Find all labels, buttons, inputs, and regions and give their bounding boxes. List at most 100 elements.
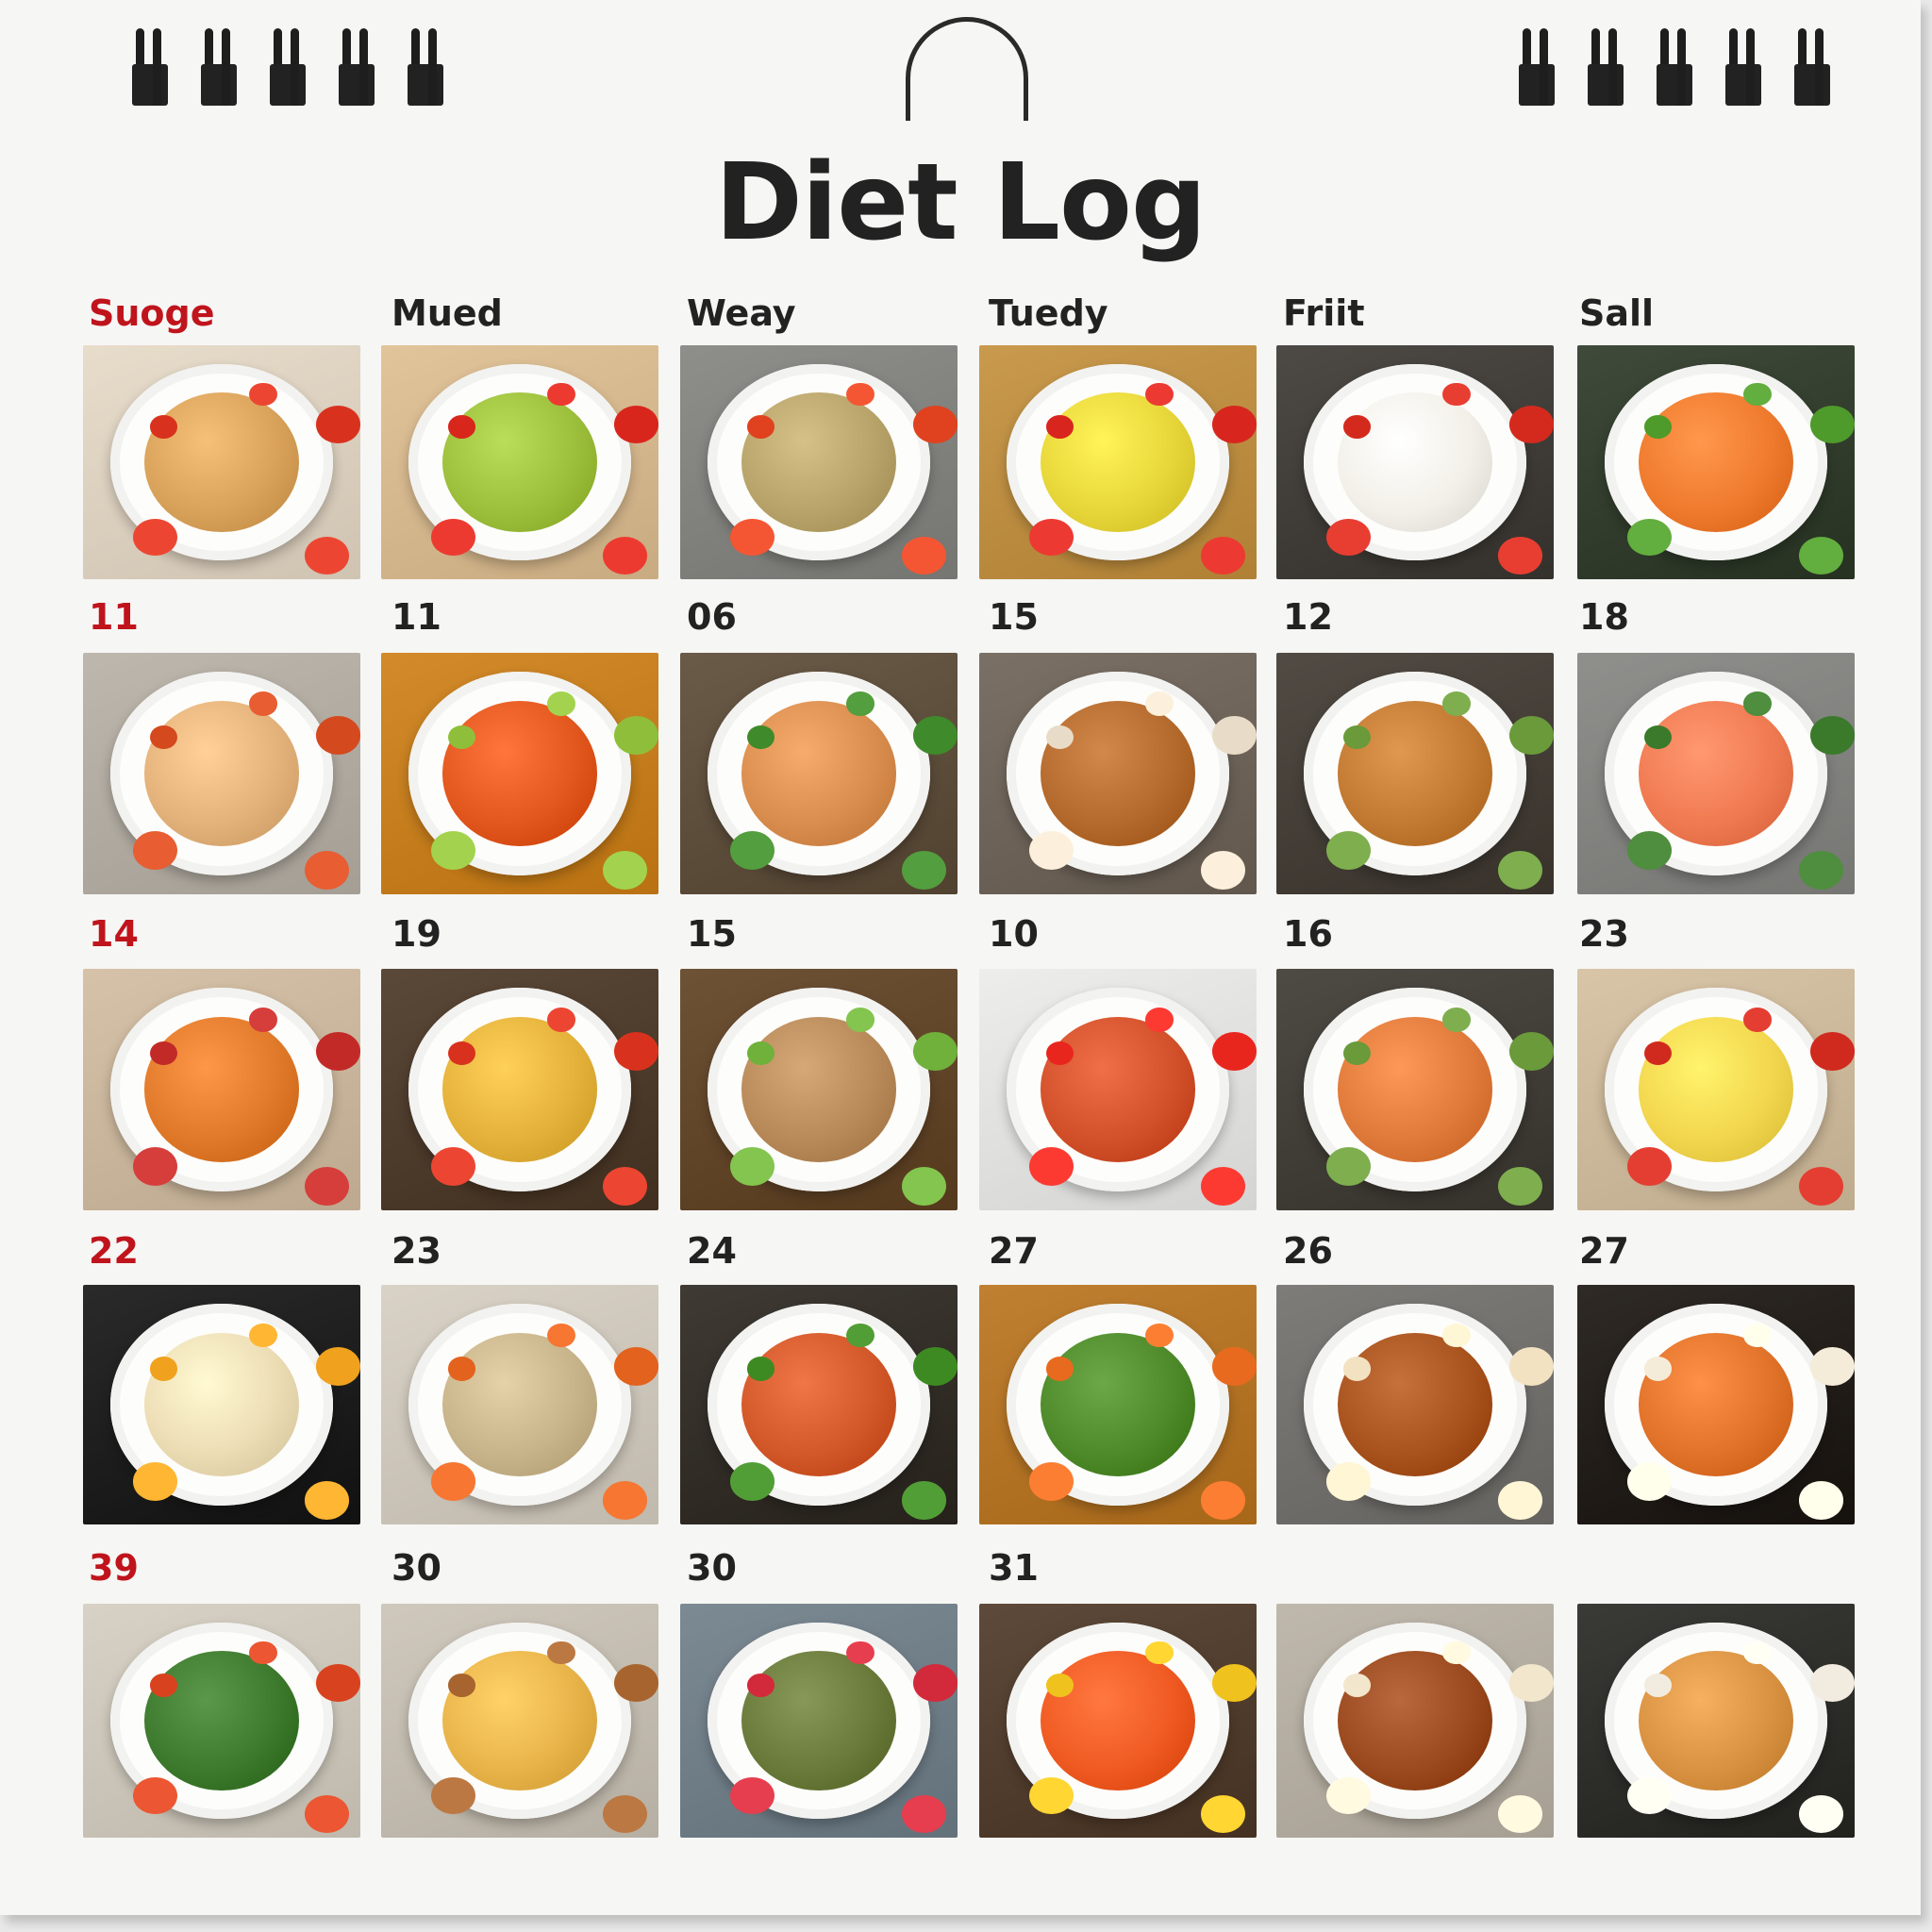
binding-ring-icon [1725, 28, 1761, 106]
garnish [1508, 1347, 1554, 1386]
garnish [1626, 1461, 1672, 1501]
garnish [1028, 1776, 1074, 1815]
shrimp-stirfry-photo[interactable] [979, 969, 1257, 1210]
food-portion [1337, 1650, 1493, 1791]
garnish [613, 715, 658, 755]
date-label: 15 [989, 596, 1039, 638]
garnish [746, 1041, 774, 1066]
garnish [902, 1481, 947, 1520]
tomato-bowl-photo[interactable] [979, 1604, 1257, 1838]
arugula-salad-photo[interactable] [979, 1285, 1257, 1524]
garnish [1442, 691, 1471, 716]
food-portion [741, 701, 897, 846]
salmon-slices-photo[interactable] [1577, 653, 1855, 894]
grain-salad-photo[interactable] [680, 345, 958, 579]
garnish [729, 1461, 774, 1501]
hanger-hook [906, 17, 1028, 121]
nut-pastry-plate-photo[interactable] [1276, 653, 1554, 894]
veggie-salad-bowl-photo[interactable] [83, 969, 360, 1210]
garnish [1498, 1795, 1543, 1834]
mezze-spread-photo[interactable] [83, 1604, 360, 1838]
food-portion [741, 391, 897, 533]
salad-bowl-photo[interactable] [381, 345, 658, 579]
garnish [1145, 382, 1174, 407]
lentil-salad-photo[interactable] [680, 969, 958, 1210]
glazed-burger-photo[interactable] [1276, 1285, 1554, 1524]
food-portion [741, 1650, 897, 1791]
fried-fruit-bowl-photo[interactable] [381, 653, 658, 894]
garnish [1325, 1461, 1371, 1501]
day-label: Suoge [89, 292, 215, 334]
food-portion [1638, 391, 1794, 533]
binding-ring-icon [201, 28, 237, 106]
garnish [846, 1007, 874, 1032]
date-label: 11 [89, 596, 139, 638]
garnish [912, 715, 958, 755]
rice-pilaf-photo[interactable] [381, 1285, 658, 1524]
food-portion [1040, 1017, 1196, 1162]
garnish [846, 691, 874, 716]
food-portion [143, 1650, 300, 1791]
binding-ring-icon [1794, 28, 1830, 106]
garnish [613, 1031, 658, 1071]
garnish [603, 850, 648, 890]
date-label: 10 [989, 913, 1039, 955]
garnish [846, 382, 874, 407]
garnish [1342, 415, 1371, 440]
garnish [1498, 1166, 1543, 1206]
pizza-burger-photo[interactable] [1276, 1604, 1554, 1838]
caprese-plate-photo[interactable] [1276, 345, 1554, 579]
garnish [1498, 850, 1543, 890]
garnish [1799, 1481, 1844, 1520]
croissants-photo[interactable] [979, 653, 1257, 894]
garnish [1442, 1007, 1471, 1032]
garnish [1045, 1674, 1074, 1698]
garnish [1342, 1357, 1371, 1381]
stacked-pancakes-photo[interactable] [83, 653, 360, 894]
food-portion [1040, 701, 1196, 846]
garnish [1201, 1481, 1246, 1520]
mini-tarts-photo[interactable] [1577, 969, 1855, 1210]
garnish [547, 691, 575, 716]
food-portion [143, 1017, 300, 1162]
garnish [1045, 1041, 1074, 1066]
garnish [1498, 537, 1543, 575]
garnish [613, 1664, 658, 1703]
garnish [846, 1641, 874, 1665]
stuffed-pastries-photo[interactable] [1577, 1604, 1855, 1838]
garnish [746, 724, 774, 750]
food-portion [143, 701, 300, 846]
date-label: 18 [1579, 596, 1629, 638]
food-portion [1040, 1332, 1196, 1477]
sandwich-stack-photo[interactable] [83, 345, 360, 579]
salmon-on-lettuce-photo[interactable] [1577, 345, 1855, 579]
garnish [1211, 1664, 1257, 1703]
garnish [1643, 415, 1672, 440]
fried-fritters-photo[interactable] [680, 1285, 958, 1524]
food-portion [1638, 1017, 1794, 1162]
garnish [912, 1664, 958, 1703]
garnish [902, 1795, 947, 1834]
burrata-plate-photo[interactable] [83, 1285, 360, 1524]
garnish [1045, 724, 1074, 750]
lentils-bowls-photo[interactable] [680, 1604, 958, 1838]
churros-plate-photo[interactable] [1577, 1285, 1855, 1524]
crackers-bowl-photo[interactable] [381, 1604, 658, 1838]
skewers-plate-photo[interactable] [1276, 969, 1554, 1210]
garnish [132, 1776, 177, 1815]
food-portion [1638, 1332, 1794, 1477]
garnish [1145, 691, 1174, 716]
garnish [249, 691, 277, 716]
garnish [315, 715, 360, 755]
garnish [1743, 382, 1772, 407]
calendar-page: Diet Log Suoge Mued Weay Tuedy Friit Sall 11 11… [0, 0, 1921, 1915]
garnish [1211, 1347, 1257, 1386]
garnish [447, 1674, 475, 1698]
chicken-bowl-photo[interactable] [680, 653, 958, 894]
fruit-bowl-photo[interactable] [979, 345, 1257, 579]
bean-bowl-photo[interactable] [381, 969, 658, 1210]
garnish [603, 1481, 648, 1520]
date-label: 30 [687, 1547, 737, 1589]
garnish [1028, 518, 1074, 557]
garnish [1508, 715, 1554, 755]
